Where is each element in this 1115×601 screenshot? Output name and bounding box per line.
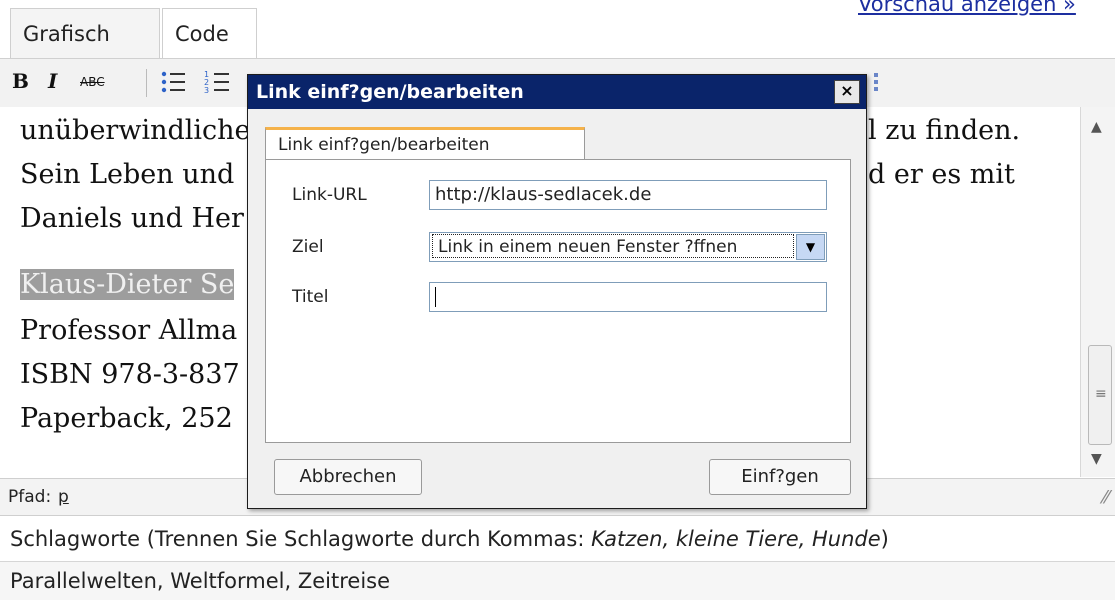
path-label: Pfad: <box>8 487 52 507</box>
tags-hint-example: Katzen, kleine Tiere, Hunde <box>591 527 881 551</box>
editor-line-tail: d er es mit <box>868 159 1015 190</box>
scroll-thumb[interactable]: ≡ <box>1088 345 1112 445</box>
tags-hint-prefix: Schlagworte (Trennen Sie Schlagworte dur… <box>10 527 592 551</box>
resize-grip-icon[interactable]: ⁄⁄ <box>1103 487 1109 508</box>
editor-line-tail: l zu finden. <box>868 115 1021 146</box>
title-field[interactable] <box>429 282 827 312</box>
svg-text:3: 3 <box>204 86 209 95</box>
tags-hint: Schlagworte (Trennen Sie Schlagworte dur… <box>10 527 889 551</box>
more-tools-icon[interactable] <box>872 71 882 97</box>
dialog-title-bar[interactable]: Link einf?gen/bearbeiten × <box>248 75 866 109</box>
editor-line: unüberwindliche <box>20 115 251 146</box>
scroll-up-icon[interactable]: ▲ <box>1091 119 1102 135</box>
insert-button[interactable]: Einf?gen <box>709 459 851 495</box>
editor-line: Paperback, 252 <box>20 403 233 434</box>
url-label: Link-URL <box>292 185 367 205</box>
strikethrough-button[interactable]: ABC <box>80 75 105 101</box>
numbered-list-icon[interactable]: 123 <box>204 69 230 95</box>
scroll-down-icon[interactable]: ▼ <box>1091 451 1102 467</box>
target-label: Ziel <box>292 237 324 257</box>
cancel-button[interactable]: Abbrechen <box>274 459 422 495</box>
toolbar-separator <box>146 69 147 97</box>
chevron-down-icon[interactable]: ▼ <box>796 234 825 260</box>
tags-hint-suffix: ) <box>880 527 889 551</box>
editor-line: Daniels und Her <box>20 203 244 234</box>
tab-link[interactable]: Link einf?gen/bearbeiten <box>265 127 585 160</box>
tab-visual[interactable]: Grafisch <box>10 8 160 58</box>
dialog-title: Link einf?gen/bearbeiten <box>256 81 524 103</box>
target-select[interactable]: Link in einem neuen Fenster ?ffnen ▼ <box>429 232 827 262</box>
editor-scrollbar[interactable]: ▲ ≡ ▼ <box>1080 107 1115 477</box>
link-dialog: Link einf?gen/bearbeiten × Link einf?gen… <box>247 74 867 509</box>
title-label: Titel <box>292 287 329 307</box>
editor-line: Professor Allma <box>20 315 238 346</box>
tab-code[interactable]: Code <box>162 8 257 58</box>
italic-button[interactable]: I <box>48 69 57 95</box>
path-element-link[interactable]: p <box>58 487 69 507</box>
editor-line: Sein Leben und <box>20 159 235 190</box>
target-select-value: Link in einem neuen Fenster ?ffnen <box>432 234 794 258</box>
editor-line-selected: Klaus-Dieter Se <box>20 269 235 300</box>
selected-text: Klaus-Dieter Se <box>20 269 235 300</box>
bullet-list-icon[interactable] <box>160 69 186 95</box>
dialog-panel: Link-URL http://klaus-sedlacek.de Ziel L… <box>265 159 851 443</box>
preview-link[interactable]: Vorschau anzeigen » <box>858 0 1076 16</box>
url-field[interactable]: http://klaus-sedlacek.de <box>429 180 827 210</box>
editor-line: ISBN 978-3-837 <box>20 359 240 390</box>
bold-button[interactable]: B <box>12 69 29 95</box>
grip-icon: ≡ <box>1095 386 1107 402</box>
text-caret <box>435 287 436 307</box>
close-icon[interactable]: × <box>834 80 860 104</box>
tags-input[interactable]: Parallelwelten, Weltformel, Zeitreise <box>0 561 1115 600</box>
